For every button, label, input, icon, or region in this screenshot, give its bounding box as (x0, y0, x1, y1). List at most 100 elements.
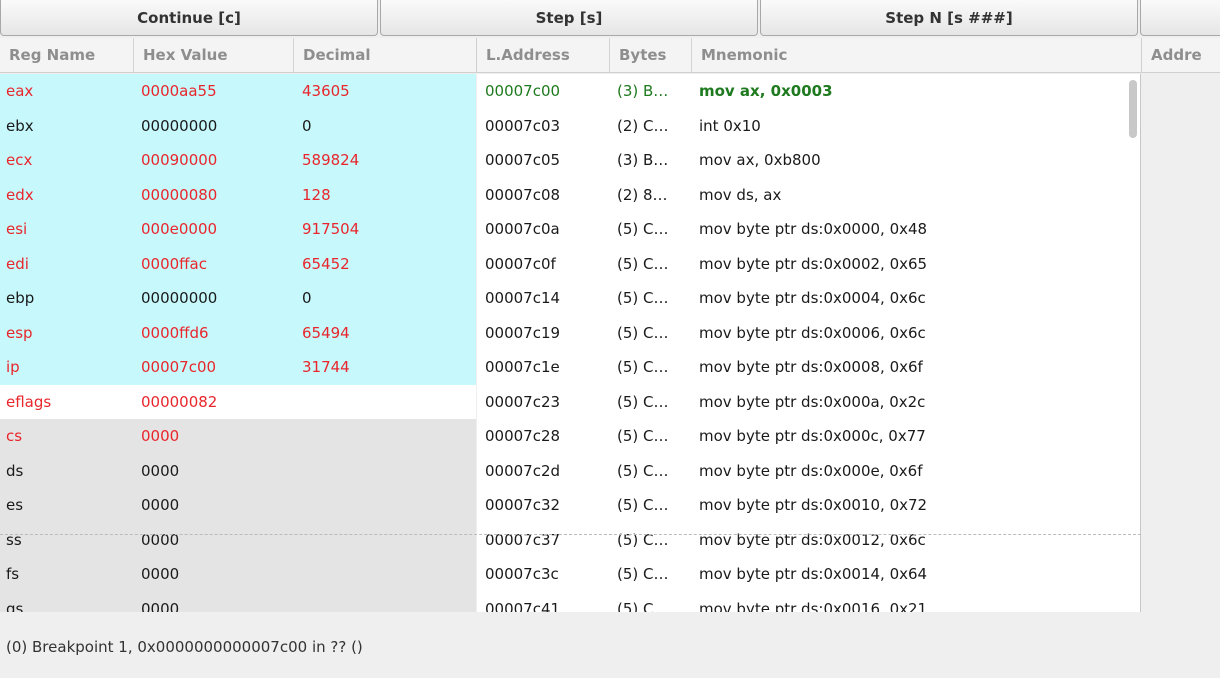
register-row[interactable]: edi 0000ffac 65452 (0, 246, 476, 281)
bytes-column-header[interactable]: Bytes (610, 38, 692, 73)
reg-hex-cell: 0000aa55 (141, 82, 217, 100)
reg-name-cell: cs (6, 427, 23, 445)
instruction-row[interactable]: 00007c08 (2) 8… mov ds, ax (477, 178, 1140, 213)
register-table[interactable]: eax 0000aa55 43605 ebx 00000000 0 ecx 00090000 5… (0, 74, 476, 612)
reg-hex-cell: 0000 (141, 565, 180, 583)
register-row[interactable]: esp 0000ffd6 65494 (0, 315, 476, 350)
register-row[interactable]: ss 0000 (0, 522, 476, 557)
register-row[interactable]: ebp 00000000 0 (0, 281, 476, 316)
register-row[interactable]: es 0000 (0, 488, 476, 523)
mnemonic-cell: mov byte ptr ds:0x000c, 0x77 (699, 427, 926, 445)
instruction-row[interactable]: 00007c23 (5) C… mov byte ptr ds:0x000a, 0x… (477, 385, 1140, 420)
reg-hex-cell: 00000080 (141, 185, 218, 204)
reg-name-cell: eflags (6, 392, 52, 411)
bytes-cell: (5) C… (617, 461, 669, 480)
mnemonic-cell: mov ax, 0x0003 (699, 82, 833, 100)
address-cell: 00007c0a (485, 220, 560, 238)
bytes-cell: (5) C… (617, 565, 669, 583)
register-row[interactable]: cs 0000 (0, 419, 476, 454)
mnemonic-cell: mov byte ptr ds:0x0004, 0x6c (699, 289, 926, 307)
address-cell: 00007c23 (485, 392, 561, 411)
address-cell: 00007c32 (485, 496, 561, 514)
instruction-row[interactable]: 00007c28 (5) C… mov byte ptr ds:0x000c, 0x… (477, 419, 1140, 454)
reg-name-cell: ss (6, 530, 22, 549)
register-row[interactable]: gs 0000 (0, 591, 476, 613)
register-row[interactable]: eax 0000aa55 43605 (0, 74, 476, 109)
register-row[interactable]: ds 0000 (0, 453, 476, 488)
reg-hex-cell: 0000 (141, 427, 180, 445)
instruction-row[interactable]: 00007c14 (5) C… mov byte ptr ds:0x0004, 0x… (477, 281, 1140, 316)
reg-name-cell: esp (6, 323, 33, 342)
instruction-row[interactable]: 00007c3c (5) C… mov byte ptr ds:0x0014, 0x… (477, 557, 1140, 592)
instruction-row[interactable]: 00007c03 (2) C… int 0x10 (477, 109, 1140, 144)
reg-decimal-cell: 65494 (302, 323, 350, 342)
instruction-row[interactable]: 00007c32 (5) C… mov byte ptr ds:0x0010, 0x… (477, 488, 1140, 523)
mnemonic-cell: mov ds, ax (699, 185, 782, 204)
continue-button[interactable]: Continue [c] (0, 0, 378, 36)
bytes-cell: (2) C… (617, 116, 669, 135)
status-bar: (0) Breakpoint 1, 0x0000000000007c00 in … (0, 612, 1220, 678)
reg-decimal-cell: 65452 (302, 254, 350, 273)
reg-name-column-header[interactable]: Reg Name (0, 38, 134, 73)
address-cell: 00007c3c (485, 565, 559, 583)
instruction-row[interactable]: 00007c1e (5) C… mov byte ptr ds:0x0008, 0x… (477, 350, 1140, 385)
instruction-row[interactable]: 00007c19 (5) C… mov byte ptr ds:0x0006, 0x… (477, 316, 1140, 351)
bytes-cell: (5) C… (617, 289, 669, 307)
reg-name-cell: esi (6, 220, 28, 238)
address-cell: 00007c0f (485, 254, 556, 273)
register-row[interactable]: ebx 00000000 0 (0, 108, 476, 143)
address-cell: 00007c28 (485, 427, 561, 445)
reg-name-cell: ebx (6, 116, 34, 135)
step-n-button[interactable]: Step N [s ###] (760, 0, 1138, 36)
instruction-row[interactable]: 00007c05 (3) B… mov ax, 0xb800 (477, 143, 1140, 178)
address-cell: 00007c14 (485, 289, 561, 307)
address-cell: 00007c05 (485, 151, 561, 169)
mnemonic-column-header[interactable]: Mnemonic (692, 38, 1142, 73)
address-cell: 00007c41 (485, 599, 561, 613)
hex-value-column-header[interactable]: Hex Value (134, 38, 294, 73)
address-cell: 00007c2d (485, 461, 561, 480)
instruction-row[interactable]: 00007c0f (5) C… mov byte ptr ds:0x0002, 0x… (477, 247, 1140, 282)
register-row[interactable]: ip 00007c00 31744 (0, 350, 476, 385)
register-row[interactable]: edx 00000080 128 (0, 177, 476, 212)
disassembly-table[interactable]: 00007c41 (5) C… mov byte ptr ds:0x0016, 0x… (477, 74, 1141, 612)
reg-hex-cell: 0000ffac (141, 254, 207, 273)
step-button[interactable]: Step [s] (380, 0, 758, 36)
register-row[interactable]: esi 000e0000 917504 (0, 212, 476, 247)
reg-name-cell: ip (6, 358, 20, 376)
reg-decimal-cell: 128 (302, 185, 331, 204)
address-cell: 00007c1e (485, 358, 560, 376)
reg-decimal-cell: 917504 (302, 220, 360, 238)
mnemonic-cell: int 0x10 (699, 116, 761, 135)
table-bottom-divider (0, 534, 1141, 535)
bytes-cell: (3) B… (617, 151, 669, 169)
register-row[interactable]: ecx 00090000 589824 (0, 143, 476, 178)
reg-hex-cell: 0000 (141, 461, 180, 480)
address-column-header[interactable]: L.Address (477, 38, 610, 73)
mnemonic-cell: mov byte ptr ds:0x0016, 0x21 (699, 599, 928, 613)
reg-name-cell: es (6, 496, 24, 514)
toolbar-extra-button[interactable] (1140, 0, 1220, 36)
address-cell: 00007c00 (485, 82, 561, 100)
disasm-table-header: L.Address Bytes Mnemonic (476, 38, 1141, 73)
reg-name-cell: gs (6, 599, 24, 613)
instruction-row[interactable]: 00007c2d (5) C… mov byte ptr ds:0x000e, 0x… (477, 454, 1140, 489)
instruction-row[interactable]: 00007c37 (5) C… mov byte ptr ds:0x0012, 0x… (477, 523, 1140, 558)
register-row[interactable]: fs 0000 (0, 557, 476, 592)
reg-hex-cell: 0000 (141, 599, 180, 613)
mnemonic-cell: mov byte ptr ds:0x000e, 0x6f (699, 461, 923, 480)
bytes-cell: (5) C… (617, 358, 669, 376)
reg-hex-cell: 0000ffd6 (141, 323, 209, 342)
register-row[interactable]: eflags 00000082 (0, 384, 476, 419)
disasm-scrollbar[interactable] (1129, 80, 1137, 138)
mnemonic-cell: mov byte ptr ds:0x0006, 0x6c (699, 323, 926, 342)
reg-name-cell: ebp (6, 289, 35, 307)
right-address-column-header[interactable]: Addre (1142, 38, 1220, 73)
reg-decimal-cell: 43605 (302, 82, 350, 100)
current-instruction-row[interactable]: 00007c00 (3) B… mov ax, 0x0003 (477, 74, 1140, 109)
address-cell: 00007c08 (485, 185, 561, 204)
bytes-cell: (2) 8… (617, 185, 668, 204)
instruction-row[interactable]: 00007c0a (5) C… mov byte ptr ds:0x0000, 0x… (477, 212, 1140, 247)
decimal-column-header[interactable]: Decimal (294, 38, 476, 73)
instruction-row[interactable]: 00007c41 (5) C… mov byte ptr ds:0x0016, 0x… (477, 592, 1140, 613)
